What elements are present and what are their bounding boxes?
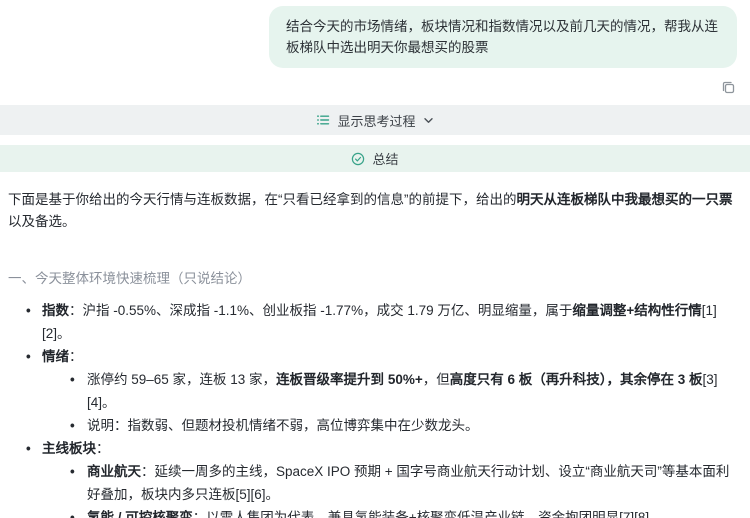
- bold-text-run: 高度只有 6 板（再升科技），其余停在 3 板: [450, 372, 703, 387]
- text-run: ，但: [423, 372, 450, 387]
- list-item: 氢能 / 可控核聚变：以雪人集团为代表，兼具氢能装备+核聚变低温产业链，资金抱团…: [8, 506, 740, 518]
- text-run: 以及备选。: [8, 214, 76, 229]
- section-heading: 一、今天整体环境快速梳理（只说结论）: [8, 267, 740, 290]
- list-item: 说明：指数弱、但题材投机情绪不弱，高位博弈集中在少数龙头。: [8, 414, 740, 437]
- list-icon: [316, 113, 330, 127]
- bold-text-run: 主线板块: [42, 441, 96, 456]
- bold-text-run: 氢能 / 可控核聚变: [87, 510, 193, 518]
- list-item: 涨停约 59–65 家，连板 13 家，连板晋级率提升到 50%+，但高度只有 …: [8, 368, 740, 414]
- summary-section-header: 总结: [0, 145, 750, 172]
- assistant-answer: 下面是基于你给出的今天行情与连板数据，在“只看已经拿到的信息”的前提下，给出的明…: [0, 172, 750, 518]
- message-actions: [0, 68, 750, 95]
- copy-icon[interactable]: [720, 80, 736, 96]
- bold-text-run: 情绪: [42, 349, 69, 364]
- text-run: 说明：指数弱、但题材投机情绪不弱，高位博弈集中在少数龙头。: [87, 418, 479, 433]
- text-run: ：: [69, 349, 83, 364]
- list-item: 主线板块：: [8, 437, 740, 460]
- bold-text-run: 明天从连板梯队中我最想买的一只票: [517, 192, 733, 207]
- show-thinking-label: 显示思考过程: [337, 111, 415, 130]
- list-item: 商业航天：延续一周多的主线，SpaceX IPO 预期 + 国字号商业航天行动计…: [8, 460, 740, 506]
- bold-text-run: 指数: [42, 303, 69, 318]
- summary-label: 总结: [372, 149, 398, 168]
- bullet-list: 指数：沪指 -0.55%、深成指 -1.1%、创业板指 -1.77%，成交 1.…: [8, 299, 740, 518]
- check-circle-icon: [351, 152, 365, 166]
- list-item: 指数：沪指 -0.55%、深成指 -1.1%、创业板指 -1.77%，成交 1.…: [8, 299, 740, 345]
- bold-text-run: 缩量调整+结构性行情: [572, 303, 701, 318]
- text-run: ：沪指 -0.55%、深成指 -1.1%、创业板指 -1.77%，成交 1.79…: [69, 303, 572, 318]
- text-run: 下面是基于你给出的今天行情与连板数据，在“只看已经拿到的信息”的前提下，给出的: [8, 192, 517, 207]
- list-item: 情绪：: [8, 345, 740, 368]
- bold-text-run: 商业航天: [87, 464, 141, 479]
- intro-paragraph: 下面是基于你给出的今天行情与连板数据，在“只看已经拿到的信息”的前提下，给出的明…: [8, 189, 740, 233]
- text-run: ：以雪人集团为代表，兼具氢能装备+核聚变低温产业链，资金抱团明显[7][8]。: [193, 510, 663, 518]
- user-message-bubble: 结合今天的市场情绪，板块情况和指数情况以及前几天的情况，帮我从连板梯队中选出明天…: [269, 6, 737, 68]
- bold-text-run: 连板晋级率提升到 50%+: [276, 372, 423, 387]
- text-run: ：: [96, 441, 110, 456]
- chevron-down-icon[interactable]: [423, 115, 434, 126]
- show-thinking-toggle[interactable]: 显示思考过程: [0, 105, 750, 135]
- user-message-row: 结合今天的市场情绪，板块情况和指数情况以及前几天的情况，帮我从连板梯队中选出明天…: [0, 0, 750, 68]
- text-run: ：延续一周多的主线，SpaceX IPO 预期 + 国字号商业航天行动计划、设立…: [87, 464, 729, 502]
- text-run: 涨停约 59–65 家，连板 13 家，: [87, 372, 276, 387]
